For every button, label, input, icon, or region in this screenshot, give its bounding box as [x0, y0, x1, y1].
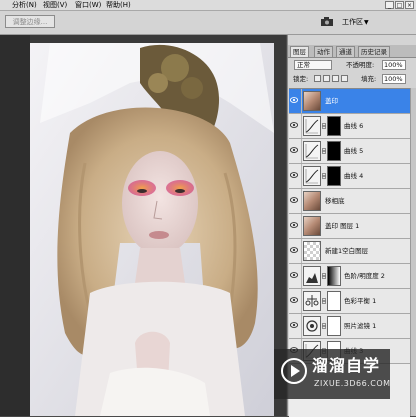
- adjustment-icon[interactable]: [303, 291, 321, 311]
- layers-scrollbar[interactable]: [410, 88, 416, 416]
- layer-row[interactable]: 新建1空白图层: [289, 239, 410, 264]
- play-logo-icon: [281, 358, 307, 384]
- visibility-eye-icon[interactable]: [290, 222, 298, 228]
- opacity-label: 不透明度:: [346, 61, 375, 69]
- row-divider: [301, 264, 302, 288]
- layer-mask-thumbnail[interactable]: [327, 291, 341, 311]
- layer-name: 移相底: [325, 197, 345, 205]
- visibility-eye-icon[interactable]: [290, 172, 298, 178]
- workspace-label: 工作区: [342, 18, 363, 26]
- menu-bar: 分析(N) 视图(V) 窗口(W) 帮助(H) _ □ ×: [0, 0, 416, 11]
- visibility-eye-icon[interactable]: [290, 272, 298, 278]
- tab-layers[interactable]: 图层: [290, 46, 309, 57]
- menu-help[interactable]: 帮助(H): [106, 0, 131, 10]
- layer-name: 曲线 6: [344, 122, 364, 130]
- adjustment-icon[interactable]: [303, 166, 321, 186]
- layer-thumbnail[interactable]: [303, 91, 321, 111]
- lock-position-icon[interactable]: [332, 75, 339, 82]
- layer-name: 曲线 5: [344, 147, 364, 155]
- layer-name: 色阶/明度度 2: [344, 272, 385, 280]
- layer-mask-thumbnail[interactable]: [327, 116, 341, 136]
- layer-row[interactable]: 色阶/明度度 2: [289, 264, 410, 289]
- blend-mode-select[interactable]: 正常: [294, 60, 332, 70]
- portrait-photo: [30, 43, 274, 416]
- lock-all-icon[interactable]: [341, 75, 348, 82]
- row-divider: [301, 114, 302, 138]
- watermark: 溜溜自学 ZIXUE.3D66.COM: [274, 349, 390, 399]
- close-button[interactable]: ×: [405, 1, 414, 9]
- lock-transparency-icon[interactable]: [314, 75, 321, 82]
- row-divider: [301, 214, 302, 238]
- tab-channels[interactable]: 通道: [336, 46, 355, 57]
- tab-actions[interactable]: 动作: [314, 46, 333, 57]
- row-divider: [301, 239, 302, 263]
- adjustment-icon[interactable]: [303, 316, 321, 336]
- visibility-eye-icon[interactable]: [290, 147, 298, 153]
- menu-window[interactable]: 窗口(W): [75, 0, 101, 10]
- camera-icon[interactable]: [320, 16, 334, 27]
- layer-mask-thumbnail[interactable]: [327, 266, 341, 286]
- row-divider: [301, 289, 302, 313]
- layer-thumbnail[interactable]: [303, 191, 321, 211]
- layer-name: 曲线 4: [344, 172, 364, 180]
- options-bar: 调整边缘... 工作区▼: [0, 11, 416, 35]
- watermark-name: 溜溜自学: [312, 356, 381, 375]
- visibility-eye-icon[interactable]: [290, 247, 298, 253]
- row-divider: [301, 189, 302, 213]
- watermark-url: ZIXUE.3D66.COM: [314, 379, 391, 388]
- visibility-eye-icon[interactable]: [290, 97, 298, 103]
- layer-row[interactable]: 曲线 4: [289, 164, 410, 189]
- menu-analysis[interactable]: 分析(N): [12, 0, 37, 10]
- opacity-input[interactable]: 100%: [382, 60, 406, 70]
- visibility-eye-icon[interactable]: [290, 322, 298, 328]
- lock-label: 锁定:: [293, 75, 309, 83]
- visibility-eye-icon[interactable]: [290, 197, 298, 203]
- workspace-button[interactable]: 工作区▼: [342, 16, 382, 28]
- layer-name: 照片滤镜 1: [344, 322, 377, 330]
- layer-name: 色彩平衡 1: [344, 297, 377, 305]
- maximize-button[interactable]: □: [395, 1, 404, 9]
- layer-name: 新建1空白图层: [325, 247, 369, 255]
- layer-name: 盖印 图层 1: [325, 222, 360, 230]
- tab-history[interactable]: 历史记录: [358, 46, 390, 57]
- layer-thumbnail[interactable]: [303, 216, 321, 236]
- fill-label: 填充:: [361, 75, 377, 83]
- minimize-button[interactable]: _: [385, 1, 394, 9]
- layer-row[interactable]: 移相底: [289, 189, 410, 214]
- row-divider: [301, 314, 302, 338]
- chain-link-icon[interactable]: [322, 323, 326, 329]
- layer-mask-thumbnail[interactable]: [327, 141, 341, 161]
- chain-link-icon[interactable]: [322, 123, 326, 129]
- layer-row[interactable]: 曲线 6: [289, 114, 410, 139]
- layer-row[interactable]: 曲线 5: [289, 139, 410, 164]
- adjustment-icon[interactable]: [303, 141, 321, 161]
- row-divider: [301, 164, 302, 188]
- adjustment-icon[interactable]: [303, 116, 321, 136]
- canvas-margin: [0, 35, 30, 416]
- refine-edge-button[interactable]: 调整边缘...: [5, 15, 55, 28]
- chain-link-icon[interactable]: [322, 173, 326, 179]
- layer-row[interactable]: 盖印 图层 1: [289, 214, 410, 239]
- chain-link-icon[interactable]: [322, 273, 326, 279]
- chain-link-icon[interactable]: [322, 148, 326, 154]
- layer-name: 盖印: [325, 97, 338, 105]
- lock-pixels-icon[interactable]: [323, 75, 330, 82]
- layer-row[interactable]: 照片滤镜 1: [289, 314, 410, 339]
- menu-view[interactable]: 视图(V): [43, 0, 67, 10]
- adjustment-icon[interactable]: [303, 241, 321, 261]
- document-canvas[interactable]: [30, 35, 286, 416]
- visibility-eye-icon[interactable]: [290, 297, 298, 303]
- panel-tabs: 图层 动作 通道 历史记录: [288, 45, 416, 58]
- visibility-eye-icon[interactable]: [290, 122, 298, 128]
- layer-row[interactable]: 盖印: [289, 89, 410, 114]
- layer-mask-thumbnail[interactable]: [327, 166, 341, 186]
- row-divider: [301, 89, 302, 113]
- row-divider: [301, 139, 302, 163]
- layer-row[interactable]: 色彩平衡 1: [289, 289, 410, 314]
- chain-link-icon[interactable]: [322, 298, 326, 304]
- adjustment-icon[interactable]: [303, 266, 321, 286]
- layer-mask-thumbnail[interactable]: [327, 316, 341, 336]
- chevron-down-icon: ▼: [364, 19, 369, 26]
- fill-input[interactable]: 100%: [382, 74, 406, 84]
